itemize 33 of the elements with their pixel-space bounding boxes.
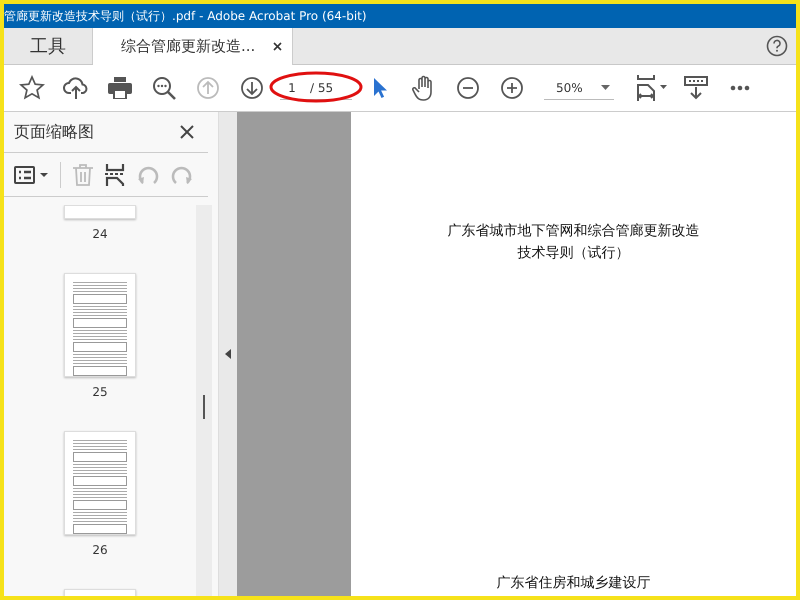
page-number: 26 — [92, 543, 108, 557]
print-icon[interactable] — [108, 77, 132, 99]
options-icon[interactable] — [14, 166, 48, 184]
fit-page-icon[interactable] — [636, 75, 668, 101]
star-icon[interactable] — [19, 75, 45, 101]
cursor-icon[interactable] — [373, 77, 387, 99]
more-icon[interactable] — [730, 85, 750, 91]
cloud-upload-icon[interactable] — [63, 76, 89, 100]
document-title: 技术导则（试行） — [518, 244, 630, 262]
tab-label: 工具 — [30, 35, 66, 58]
page-thumbnail[interactable] — [64, 205, 136, 219]
document-issuer: 广东省住房和城乡建设厅 — [496, 574, 650, 592]
collapse-icon[interactable] — [225, 349, 231, 359]
scrollbar[interactable] — [196, 205, 212, 596]
page-thumbnail[interactable] — [64, 273, 136, 377]
help-icon[interactable] — [766, 35, 788, 57]
page-thumbnail[interactable] — [64, 431, 136, 535]
close-icon[interactable] — [180, 125, 194, 139]
page-number: 24 — [92, 227, 108, 241]
search-icon[interactable] — [152, 76, 176, 100]
zoom-in-icon[interactable] — [501, 77, 523, 99]
read-mode-icon[interactable] — [684, 76, 708, 100]
document-tab[interactable]: 综合管廊更新改造... — [93, 28, 294, 65]
zoom-dropdown[interactable]: 50% — [544, 76, 614, 100]
close-icon[interactable] — [273, 42, 282, 51]
insert-page-icon[interactable] — [105, 164, 125, 186]
panel-title: 页面缩略图 — [14, 122, 94, 142]
tab-label: 综合管廊更新改造... — [121, 37, 256, 56]
zoom-out-icon[interactable] — [457, 77, 479, 99]
caret-icon[interactable] — [601, 85, 610, 90]
page-number: 25 — [92, 385, 108, 399]
window-title: 管廊更新改造技术导则（试行）.pdf - Adobe Acrobat Pro (64-bit) — [4, 8, 367, 24]
document-title: 广东省城市地下管网和综合管廊更新改造 — [448, 222, 700, 240]
